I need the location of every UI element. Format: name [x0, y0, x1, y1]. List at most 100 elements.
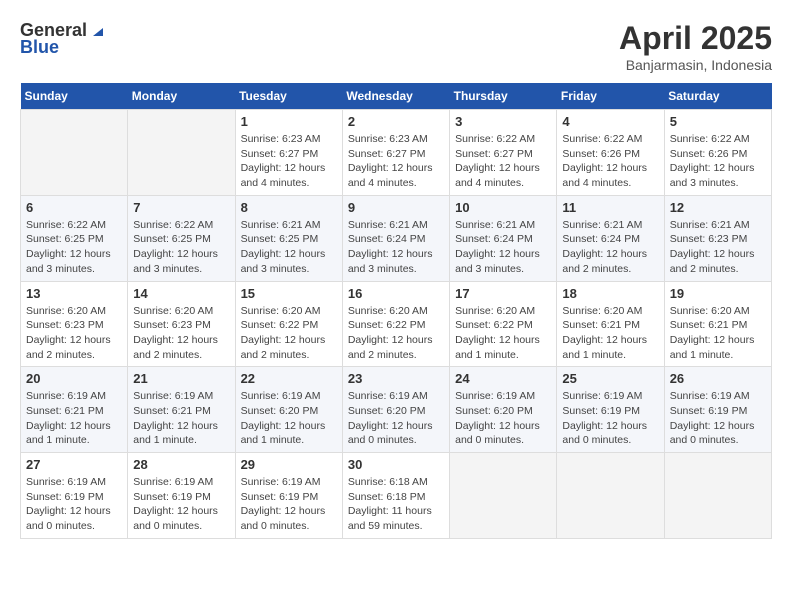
day-number: 13: [26, 286, 122, 301]
calendar-cell: [450, 453, 557, 539]
day-detail: Sunrise: 6:19 AMSunset: 6:21 PMDaylight:…: [133, 389, 229, 448]
calendar-cell: 29 Sunrise: 6:19 AMSunset: 6:19 PMDayligh…: [235, 453, 342, 539]
calendar-cell: 12Sunrise: 6:21 AMSunset: 6:23 PMDayligh…: [664, 195, 771, 281]
day-detail: Sunrise: 6:21 AMSunset: 6:23 PMDaylight:…: [670, 218, 766, 277]
day-detail: Sunrise: 6:20 AMSunset: 6:21 PMDaylight:…: [670, 304, 766, 363]
day-detail: Sunrise: 6:20 AMSunset: 6:22 PMDaylight:…: [455, 304, 551, 363]
day-detail: Sunrise: 6:21 AMSunset: 6:25 PMDaylight:…: [241, 218, 337, 277]
calendar-cell: 17 Sunrise: 6:20 AMSunset: 6:22 PMDayligh…: [450, 281, 557, 367]
day-detail: Sunrise: 6:21 AMSunset: 6:24 PMDaylight:…: [562, 218, 658, 277]
calendar-week-row: 20 Sunrise: 6:19 AMSunset: 6:21 PMDayligh…: [21, 367, 772, 453]
day-number: 4: [562, 114, 658, 129]
weekday-header: Saturday: [664, 83, 771, 110]
calendar-cell: [664, 453, 771, 539]
weekday-header: Monday: [128, 83, 235, 110]
day-detail: Sunrise: 6:21 AMSunset: 6:24 PMDaylight:…: [455, 218, 551, 277]
day-number: 9: [348, 200, 444, 215]
day-number: 30: [348, 457, 444, 472]
day-number: 20: [26, 371, 122, 386]
calendar-cell: 16 Sunrise: 6:20 AMSunset: 6:22 PMDayligh…: [342, 281, 449, 367]
day-number: 10: [455, 200, 551, 215]
day-number: 1: [241, 114, 337, 129]
calendar-cell: 3 Sunrise: 6:22 AMSunset: 6:27 PMDaylight…: [450, 110, 557, 196]
calendar-cell: 6 Sunrise: 6:22 AMSunset: 6:25 PMDaylight…: [21, 195, 128, 281]
day-detail: Sunrise: 6:19 AMSunset: 6:20 PMDaylight:…: [241, 389, 337, 448]
day-detail: Sunrise: 6:19 AMSunset: 6:19 PMDaylight:…: [26, 475, 122, 534]
calendar-cell: 13Sunrise: 6:20 AMSunset: 6:23 PMDayligh…: [21, 281, 128, 367]
calendar-cell: 28 Sunrise: 6:19 AMSunset: 6:19 PMDayligh…: [128, 453, 235, 539]
calendar-cell: 9 Sunrise: 6:21 AMSunset: 6:24 PMDaylight…: [342, 195, 449, 281]
calendar-header: SundayMondayTuesdayWednesdayThursdayFrid…: [21, 83, 772, 110]
calendar-cell: 15 Sunrise: 6:20 AMSunset: 6:22 PMDayligh…: [235, 281, 342, 367]
day-number: 5: [670, 114, 766, 129]
calendar-cell: 20Sunrise: 6:19 AMSunset: 6:21 PMDayligh…: [21, 367, 128, 453]
day-number: 3: [455, 114, 551, 129]
day-detail: Sunrise: 6:20 AMSunset: 6:21 PMDaylight:…: [562, 304, 658, 363]
day-number: 24: [455, 371, 551, 386]
calendar-cell: 21Sunrise: 6:19 AMSunset: 6:21 PMDayligh…: [128, 367, 235, 453]
calendar-cell: 18 Sunrise: 6:20 AMSunset: 6:21 PMDayligh…: [557, 281, 664, 367]
calendar-week-row: 1 Sunrise: 6:23 AMSunset: 6:27 PMDaylight…: [21, 110, 772, 196]
calendar-cell: 11 Sunrise: 6:21 AMSunset: 6:24 PMDayligh…: [557, 195, 664, 281]
day-number: 22: [241, 371, 337, 386]
day-detail: Sunrise: 6:20 AMSunset: 6:22 PMDaylight:…: [348, 304, 444, 363]
calendar-cell: 27 Sunrise: 6:19 AMSunset: 6:19 PMDayligh…: [21, 453, 128, 539]
day-detail: Sunrise: 6:18 AMSunset: 6:18 PMDaylight:…: [348, 475, 444, 534]
logo-arrow-icon: [89, 20, 107, 38]
calendar-cell: 26 Sunrise: 6:19 AMSunset: 6:19 PMDayligh…: [664, 367, 771, 453]
calendar-table: SundayMondayTuesdayWednesdayThursdayFrid…: [20, 83, 772, 539]
day-number: 28: [133, 457, 229, 472]
calendar-cell: 1 Sunrise: 6:23 AMSunset: 6:27 PMDaylight…: [235, 110, 342, 196]
calendar-cell: 25 Sunrise: 6:19 AMSunset: 6:19 PMDayligh…: [557, 367, 664, 453]
day-number: 23: [348, 371, 444, 386]
calendar-body: 1 Sunrise: 6:23 AMSunset: 6:27 PMDaylight…: [21, 110, 772, 539]
title-area: April 2025 Banjarmasin, Indonesia: [619, 20, 772, 73]
calendar-cell: 19Sunrise: 6:20 AMSunset: 6:21 PMDayligh…: [664, 281, 771, 367]
calendar-cell: [21, 110, 128, 196]
day-number: 8: [241, 200, 337, 215]
calendar-cell: 14Sunrise: 6:20 AMSunset: 6:23 PMDayligh…: [128, 281, 235, 367]
day-number: 25: [562, 371, 658, 386]
day-number: 15: [241, 286, 337, 301]
day-detail: Sunrise: 6:23 AMSunset: 6:27 PMDaylight:…: [348, 132, 444, 191]
calendar-cell: 30 Sunrise: 6:18 AMSunset: 6:18 PMDayligh…: [342, 453, 449, 539]
subtitle: Banjarmasin, Indonesia: [619, 57, 772, 73]
calendar-cell: [128, 110, 235, 196]
day-number: 29: [241, 457, 337, 472]
day-detail: Sunrise: 6:19 AMSunset: 6:19 PMDaylight:…: [562, 389, 658, 448]
calendar-cell: 24 Sunrise: 6:19 AMSunset: 6:20 PMDayligh…: [450, 367, 557, 453]
day-number: 27: [26, 457, 122, 472]
day-number: 16: [348, 286, 444, 301]
month-title: April 2025: [619, 20, 772, 57]
weekday-header: Friday: [557, 83, 664, 110]
day-detail: Sunrise: 6:19 AMSunset: 6:19 PMDaylight:…: [133, 475, 229, 534]
day-number: 11: [562, 200, 658, 215]
day-detail: Sunrise: 6:19 AMSunset: 6:20 PMDaylight:…: [455, 389, 551, 448]
day-detail: Sunrise: 6:22 AMSunset: 6:27 PMDaylight:…: [455, 132, 551, 191]
day-detail: Sunrise: 6:21 AMSunset: 6:24 PMDaylight:…: [348, 218, 444, 277]
calendar-cell: 10 Sunrise: 6:21 AMSunset: 6:24 PMDayligh…: [450, 195, 557, 281]
day-detail: Sunrise: 6:22 AMSunset: 6:25 PMDaylight:…: [26, 218, 122, 277]
day-detail: Sunrise: 6:19 AMSunset: 6:20 PMDaylight:…: [348, 389, 444, 448]
calendar-week-row: 27 Sunrise: 6:19 AMSunset: 6:19 PMDayligh…: [21, 453, 772, 539]
calendar-cell: [557, 453, 664, 539]
day-detail: Sunrise: 6:23 AMSunset: 6:27 PMDaylight:…: [241, 132, 337, 191]
calendar-cell: 7Sunrise: 6:22 AMSunset: 6:25 PMDaylight…: [128, 195, 235, 281]
weekday-header: Wednesday: [342, 83, 449, 110]
weekday-header: Sunday: [21, 83, 128, 110]
day-detail: Sunrise: 6:20 AMSunset: 6:22 PMDaylight:…: [241, 304, 337, 363]
calendar-cell: 5 Sunrise: 6:22 AMSunset: 6:26 PMDaylight…: [664, 110, 771, 196]
day-number: 17: [455, 286, 551, 301]
day-number: 2: [348, 114, 444, 129]
day-number: 18: [562, 286, 658, 301]
day-detail: Sunrise: 6:22 AMSunset: 6:25 PMDaylight:…: [133, 218, 229, 277]
weekday-header: Tuesday: [235, 83, 342, 110]
day-number: 26: [670, 371, 766, 386]
calendar-cell: 2 Sunrise: 6:23 AMSunset: 6:27 PMDaylight…: [342, 110, 449, 196]
logo: General Blue: [20, 20, 107, 58]
day-detail: Sunrise: 6:22 AMSunset: 6:26 PMDaylight:…: [670, 132, 766, 191]
day-detail: Sunrise: 6:19 AMSunset: 6:19 PMDaylight:…: [241, 475, 337, 534]
day-number: 6: [26, 200, 122, 215]
day-detail: Sunrise: 6:19 AMSunset: 6:19 PMDaylight:…: [670, 389, 766, 448]
logo-blue: Blue: [20, 37, 59, 58]
